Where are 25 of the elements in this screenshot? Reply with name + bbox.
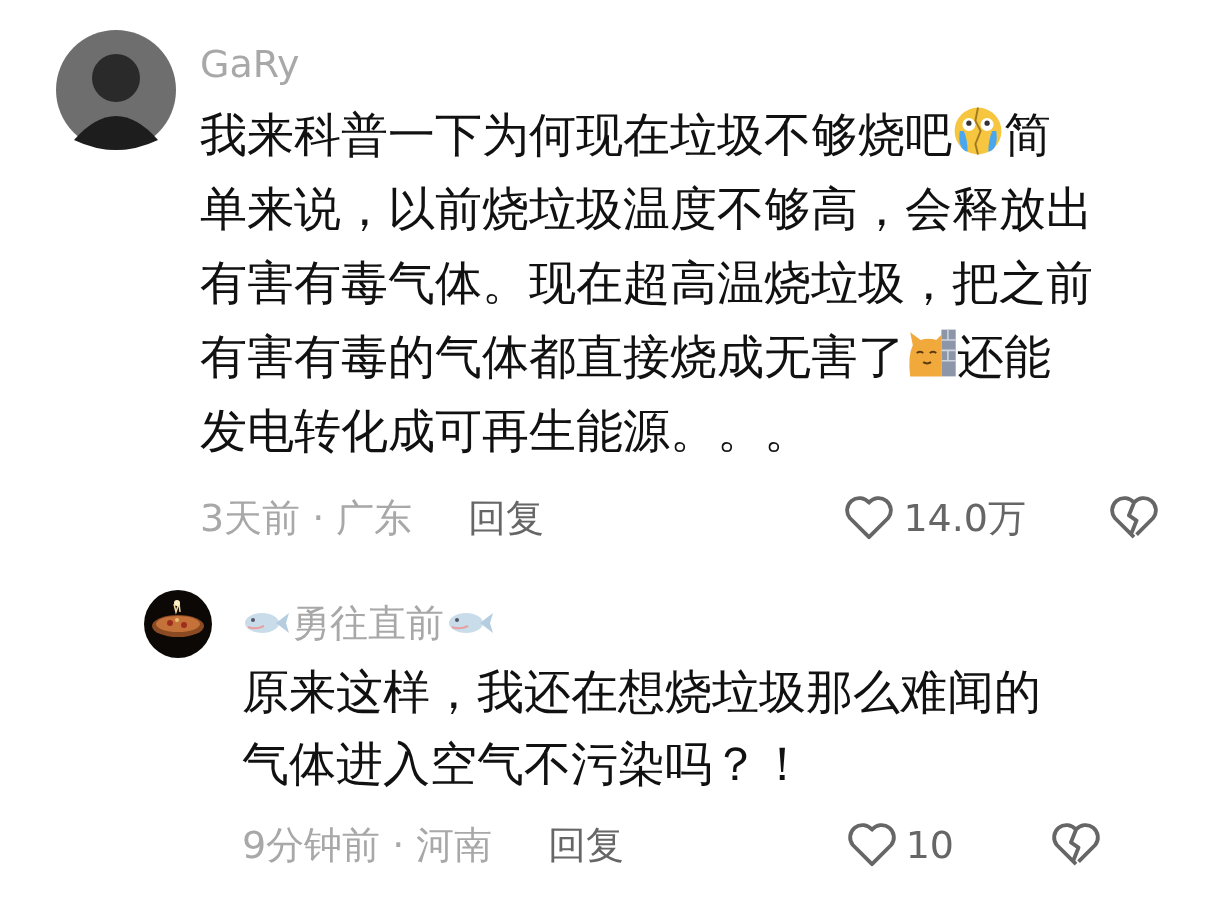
separator-dot: · [392, 823, 405, 867]
comment-text: 还能 [957, 329, 1051, 384]
broken-heart-icon[interactable] [1050, 822, 1102, 868]
like-icon[interactable] [845, 822, 898, 868]
comment-text: 发电转化成可再生能源。。。 [200, 403, 811, 458]
like-count: 10 [905, 823, 954, 867]
reply-button[interactable]: 回复 [468, 492, 545, 544]
crying-face-icon [952, 105, 1004, 157]
comment-time: 3天前 [200, 494, 301, 542]
comment-location: 河南 [416, 821, 493, 869]
separator-dot: · [312, 496, 325, 540]
broken-heart-icon[interactable] [1108, 495, 1160, 541]
comment-time: 9分钟前 [242, 821, 381, 869]
comment-text: 简 [1004, 107, 1051, 162]
comment-text: 有害有毒的气体都直接烧成无害了 [200, 329, 905, 384]
like-count: 14.0万 [903, 494, 1026, 542]
comment-text: 我来科普一下为何现在垃圾不够烧吧 [200, 107, 952, 162]
like-icon[interactable] [843, 495, 896, 541]
comment-location: 广东 [336, 494, 413, 542]
comment-text: 单来说，以前烧垃圾温度不够高，会释放出 [200, 181, 1093, 236]
reply-button[interactable]: 回复 [548, 819, 625, 871]
comment-text: 原来这样，我还在想烧垃圾那么难闻的 [242, 664, 1041, 719]
avatar[interactable] [56, 30, 176, 150]
comment-text: 气体进入空气不污染吗？！ [242, 736, 806, 791]
comment-text: 有害有毒气体。现在超高温烧垃圾，把之前 [200, 255, 1093, 310]
